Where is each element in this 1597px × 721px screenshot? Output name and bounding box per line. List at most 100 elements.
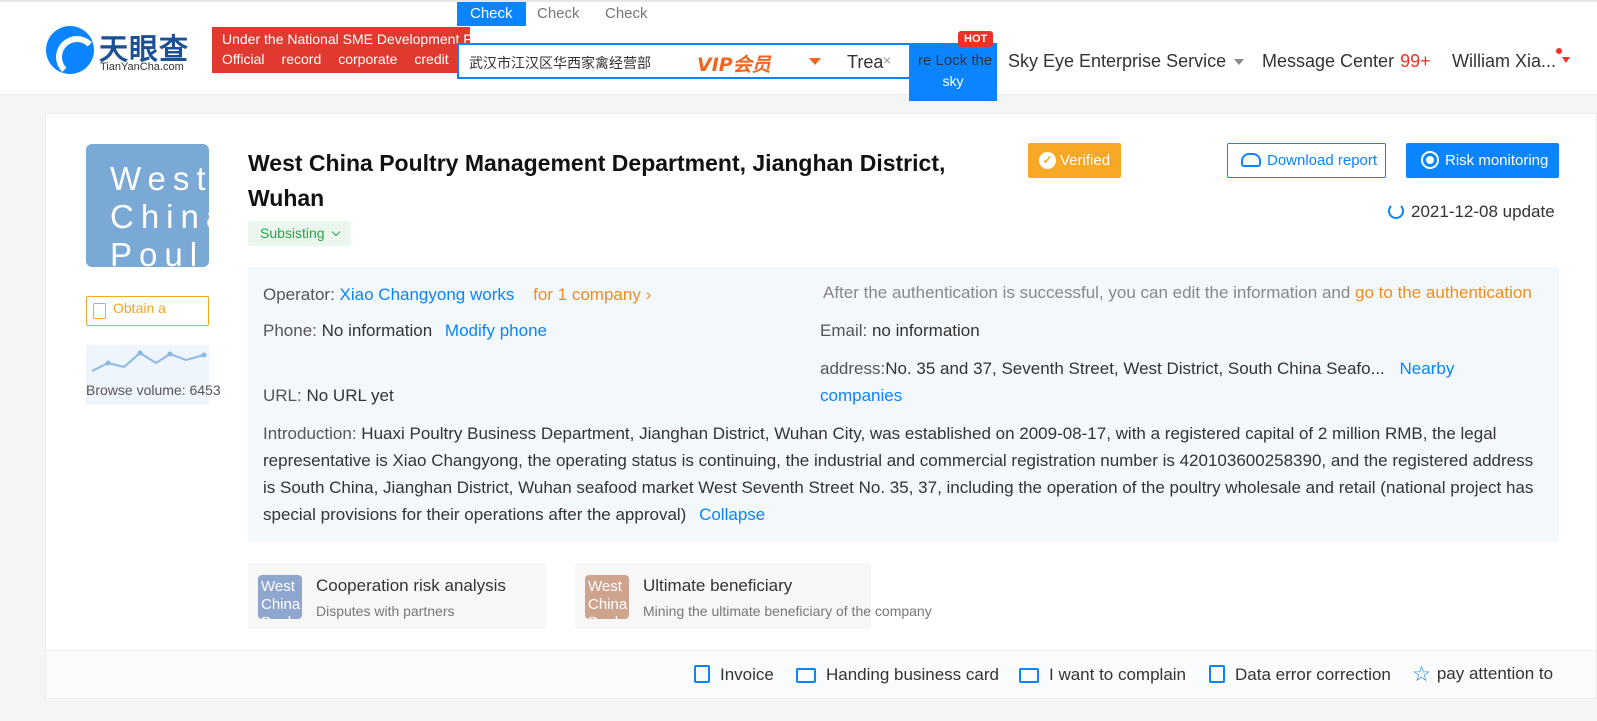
trend-line-icon: [91, 350, 207, 372]
verified-badge[interactable]: ✓ Verified: [1028, 143, 1121, 178]
certificate-label: Obtain a certificate: [113, 300, 173, 325]
follow-label: pay attention to: [1436, 664, 1554, 683]
url-label: URL:: [263, 386, 302, 405]
hot-badge: HOT: [958, 31, 994, 47]
company-name: West China Poultry Management Department…: [248, 150, 946, 211]
search-tab-3[interactable]: Check: [605, 2, 648, 26]
logo-eye-icon: [46, 26, 98, 78]
nav-message-center[interactable]: Message Center 99+: [1262, 51, 1431, 72]
invoice-icon: [694, 665, 710, 683]
operator-name-link[interactable]: Xiao Changyong works: [340, 285, 515, 304]
invoice-label: Invoice: [720, 665, 774, 684]
email-label: Email:: [820, 321, 868, 340]
update-date[interactable]: 2021-12-08 update: [1388, 202, 1555, 222]
cloud-download-icon: [1241, 153, 1261, 167]
introduction: Introduction: Huaxi Poultry Business Dep…: [263, 420, 1548, 528]
banner-word: corporate: [338, 51, 398, 67]
company-info-panel: Operator: Xiao Changyong works for 1 com…: [248, 267, 1559, 542]
chevron-down-icon[interactable]: [809, 58, 821, 65]
operator-row: Operator: Xiao Changyong works for 1 com…: [263, 285, 651, 305]
tile-avatar: West China Poul: [258, 575, 302, 619]
promo-banner[interactable]: Under the National SME Development Fund …: [212, 27, 470, 73]
phone-row: Phone: No information Modify phone: [263, 321, 547, 341]
search-button-label: sky: [942, 73, 964, 89]
chevron-down-icon: [331, 227, 340, 237]
auth-notice-text: After the authentication is successful, …: [823, 283, 1351, 302]
refresh-icon: [1388, 203, 1404, 219]
complain-button[interactable]: I want to complain: [1019, 665, 1186, 685]
business-card-label: Handing business card: [826, 665, 999, 684]
tile-avatar: West China Poul: [585, 575, 629, 619]
message-count-badge: 99+: [1400, 51, 1431, 71]
clear-search-icon[interactable]: ×: [883, 52, 891, 68]
chevron-right-icon[interactable]: ›: [641, 285, 652, 304]
company-avatar: West China Poul: [86, 144, 209, 267]
email-value: no information: [871, 321, 980, 340]
browse-volume: Browse volume: 6453: [86, 382, 221, 398]
complain-mail-icon: [1019, 668, 1039, 683]
logo-english-text: TianYanCha.com: [100, 61, 184, 73]
intro-label: Introduction:: [263, 424, 357, 443]
invoice-button[interactable]: Invoice: [694, 665, 774, 685]
verified-check-icon: ✓: [1039, 152, 1056, 169]
collapse-link[interactable]: Collapse: [699, 505, 765, 524]
intro-text: Huaxi Poultry Business Department, Jiang…: [263, 424, 1534, 524]
chevron-down-icon: [1234, 59, 1245, 66]
banner-line-2: Official record corporate credit: [222, 51, 466, 67]
site-logo[interactable]: 天眼查 TianYanCha.com: [46, 26, 206, 78]
vip-member-badge[interactable]: VIP会员: [697, 50, 771, 77]
complain-label: I want to complain: [1049, 665, 1187, 684]
risk-monitoring-label: Risk monitoring: [1445, 152, 1549, 169]
nearby-companies-link-cont[interactable]: companies: [820, 386, 902, 405]
chevron-down-icon[interactable]: [1562, 57, 1570, 63]
treasure-hunt-link[interactable]: Trea: [847, 52, 883, 73]
modify-phone-link[interactable]: Modify phone: [445, 321, 547, 340]
banner-line-1: Under the National SME Development Fund: [222, 31, 470, 47]
nearby-companies-link-2[interactable]: companies: [820, 386, 902, 406]
nav-user-menu[interactable]: William Xia...: [1452, 51, 1556, 72]
address-row: address:No. 35 and 37, Seventh Street, W…: [820, 359, 1454, 379]
nearby-companies-link[interactable]: Nearby: [1400, 359, 1455, 378]
error-correction-label: Data error correction: [1235, 665, 1391, 684]
business-card-button[interactable]: Handing business card: [796, 665, 999, 685]
follow-button[interactable]: ☆ pay attention to: [1412, 662, 1553, 687]
operator-companies-link[interactable]: for 1 company: [533, 285, 641, 304]
tile-title: Cooperation risk analysis: [316, 576, 506, 595]
nav-enterprise-service-label: Sky Eye Enterprise Service: [1008, 51, 1227, 71]
star-icon: ☆: [1412, 663, 1431, 686]
certificate-icon: [93, 303, 106, 319]
verified-label: Verified: [1060, 152, 1111, 169]
url-value: No URL yet: [306, 386, 394, 405]
auth-notice-row: After the authentication is successful, …: [823, 283, 1532, 303]
status-badge[interactable]: Subsisting: [248, 221, 351, 246]
go-authentication-link[interactable]: go to the authentication: [1355, 283, 1532, 302]
url-row: URL: No URL yet: [263, 386, 394, 406]
monitor-camera-icon: [1421, 151, 1439, 169]
banner-word: Official: [222, 51, 265, 67]
risk-monitoring-button[interactable]: Risk monitoring: [1406, 143, 1559, 178]
address-value: No. 35 and 37, Seventh Street, West Dist…: [885, 359, 1385, 378]
operator-label: Operator:: [263, 285, 335, 304]
lock-the-sky-label[interactable]: re Lock the: [918, 52, 992, 69]
download-report-label: Download report: [1267, 152, 1378, 169]
status-label: Subsisting: [260, 225, 325, 241]
company-card: West China Poul Obtain a certificate Bro…: [45, 113, 1597, 699]
ultimate-beneficiary-tile[interactable]: West China Poul Ultimate beneficiary Min…: [575, 563, 932, 629]
tile-subtitle: Disputes with partners: [316, 603, 455, 619]
business-card-icon: [796, 668, 816, 683]
obtain-certificate-button[interactable]: Obtain a certificate: [86, 296, 209, 326]
phone-value: No information: [321, 321, 433, 340]
error-correction-button[interactable]: Data error correction: [1209, 665, 1391, 685]
top-header: 天眼查 TianYanCha.com Under the National SM…: [0, 0, 1597, 101]
banner-word: record: [281, 51, 322, 67]
cooperation-risk-tile[interactable]: West China Poul Cooperation risk analysi…: [248, 563, 546, 629]
search-query-text: 武汉市江汉区华西家禽经营部: [469, 56, 651, 72]
download-report-button[interactable]: Download report: [1227, 143, 1386, 178]
error-correction-icon: [1209, 665, 1225, 683]
tile-subtitle: Mining the ultimate beneficiary of the c…: [643, 603, 932, 619]
search-tab-1[interactable]: Check: [457, 2, 526, 26]
update-date-label: 2021-12-08 update: [1411, 202, 1555, 221]
nav-enterprise-service[interactable]: Sky Eye Enterprise Service: [1008, 51, 1245, 72]
phone-label: Phone:: [263, 321, 317, 340]
search-tab-2[interactable]: Check: [537, 2, 580, 26]
